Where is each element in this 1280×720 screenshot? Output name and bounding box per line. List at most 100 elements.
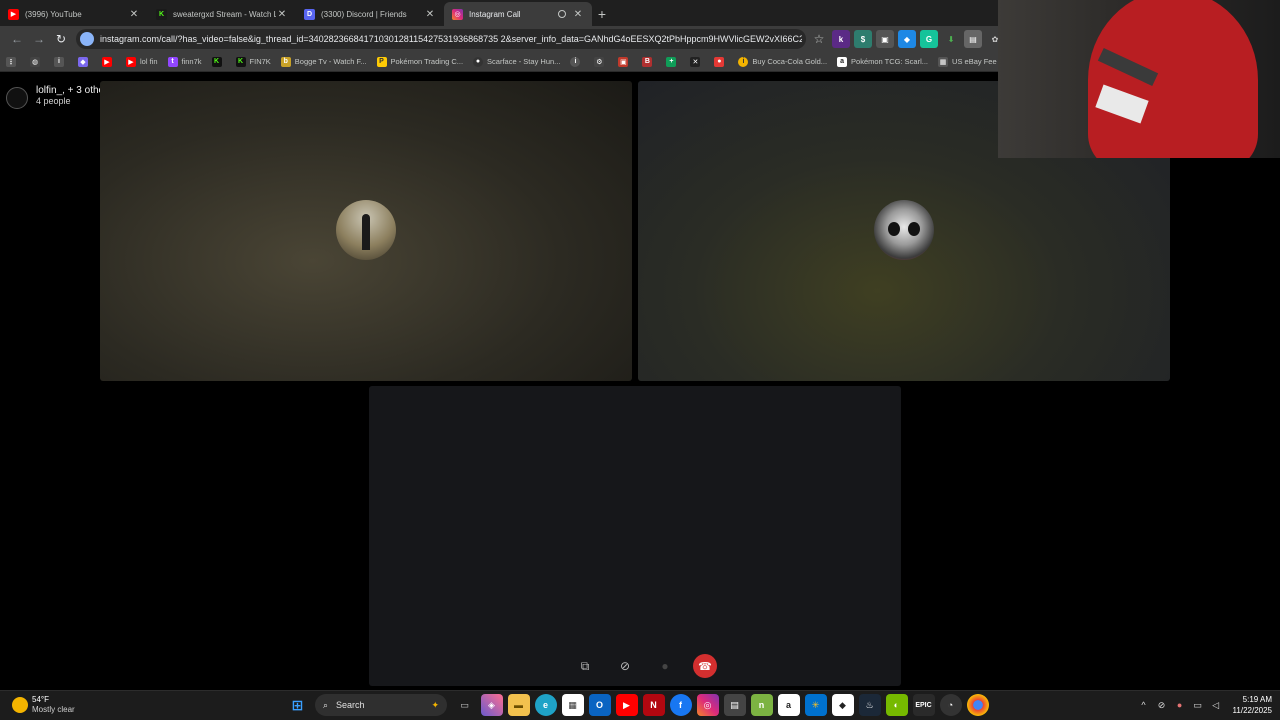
- forward-button[interactable]: →: [28, 28, 50, 50]
- bookmark-item[interactable]: i: [54, 56, 68, 67]
- bookmark-item[interactable]: ◆: [78, 56, 92, 67]
- chrome-icon[interactable]: [966, 694, 989, 716]
- video-off-button[interactable]: ⊘: [613, 654, 637, 678]
- bookmark-fin7k[interactable]: K FIN7K: [235, 56, 271, 67]
- epic-games-icon[interactable]: EPIC: [912, 694, 935, 716]
- display-icon[interactable]: ▭: [1189, 700, 1207, 711]
- download-icon[interactable]: ⬇: [942, 30, 960, 48]
- bookmark-coca-cola[interactable]: i Buy Coca-Cola Gold...: [738, 56, 827, 67]
- kick-icon: K: [211, 56, 222, 67]
- app-icon: ◆: [78, 56, 88, 67]
- steam-icon[interactable]: ♨: [858, 694, 881, 716]
- back-button[interactable]: ←: [6, 28, 28, 50]
- kick-icon: K: [235, 56, 246, 67]
- facebook-icon[interactable]: f: [669, 694, 692, 716]
- bookmark-item[interactable]: ▣: [618, 56, 632, 67]
- tab-title: (3300) Discord | Friends: [321, 9, 407, 19]
- windows-start-icon[interactable]: ⊞: [287, 694, 309, 716]
- task-view-icon[interactable]: ▭: [454, 694, 476, 716]
- youtube-icon[interactable]: ▶: [615, 694, 638, 716]
- bookmark-scarface[interactable]: ● Scarface - Stay Hun...: [473, 56, 560, 67]
- file-explorer-icon[interactable]: ▬: [507, 694, 530, 716]
- bookmark-item[interactable]: ▶: [102, 56, 116, 67]
- weather-sun-icon: [12, 697, 28, 713]
- extension-icon[interactable]: ◆: [898, 30, 916, 48]
- bookmark-lol-fin[interactable]: ▶ lol fin: [126, 56, 158, 67]
- edge-icon[interactable]: e: [534, 694, 557, 716]
- nvidia-icon[interactable]: ◐: [885, 694, 908, 716]
- app-icon[interactable]: n: [750, 694, 773, 716]
- site-info-icon[interactable]: [80, 32, 94, 46]
- webcam-overlay: [998, 0, 1280, 158]
- copilot-icon[interactable]: ◈: [480, 694, 503, 716]
- extension-icon[interactable]: ▣: [876, 30, 894, 48]
- extension-icon[interactable]: ▤: [964, 30, 982, 48]
- taskbar-search[interactable]: ⌕ Search ✦: [315, 694, 447, 716]
- tab-discord[interactable]: D (3300) Discord | Friends ✕: [296, 2, 444, 26]
- screen-share-button[interactable]: ⧉: [573, 654, 597, 678]
- bookmark-item[interactable]: ⋮: [6, 56, 20, 67]
- bookmark-pokemon-tcg-scarlet[interactable]: a Pokémon TCG: Scarl...: [837, 56, 928, 67]
- tab-close-icon[interactable]: ✕: [128, 9, 140, 20]
- app-icon[interactable]: ▤: [723, 694, 746, 716]
- tab-title: Instagram Call: [469, 9, 521, 19]
- grammarly-icon[interactable]: G: [920, 30, 938, 48]
- app-icon[interactable]: ◔: [939, 694, 962, 716]
- tab-close-icon[interactable]: ✕: [572, 9, 584, 20]
- participant-avatar: [874, 200, 934, 260]
- bookmark-item[interactable]: +: [666, 56, 680, 67]
- bookmark-item[interactable]: ⚙: [594, 56, 608, 67]
- netflix-icon[interactable]: N: [642, 694, 665, 716]
- microsoft-store-icon[interactable]: ▦: [561, 694, 584, 716]
- bookmark-label: FIN7K: [249, 57, 271, 66]
- bookmark-item[interactable]: ◍: [30, 56, 44, 67]
- video-call-area: lolfin_, + 3 others 4 people ⧉ ⊘ ● ☎: [0, 73, 1280, 688]
- tab-youtube[interactable]: ▶ (3996) YouTube ✕: [0, 2, 148, 26]
- clock-time: 5:19 AM: [1242, 695, 1272, 704]
- volume-icon[interactable]: ◁: [1207, 700, 1225, 711]
- self-view-tile[interactable]: ⧉ ⊘ ● ☎: [369, 386, 901, 686]
- kick-extension-icon[interactable]: k: [832, 30, 850, 48]
- outlook-icon[interactable]: O: [588, 694, 611, 716]
- walmart-icon[interactable]: ✳: [804, 694, 827, 716]
- end-call-button[interactable]: ☎: [693, 654, 717, 678]
- amazon-icon[interactable]: a: [777, 694, 800, 716]
- tab-title: sweatergxd Stream - Watch Li: [173, 9, 276, 19]
- clock-date: 11/22/2025: [1232, 706, 1272, 715]
- eye-icon: [888, 222, 900, 236]
- participant-tile[interactable]: [100, 81, 632, 381]
- bookmark-item[interactable]: ✕: [690, 56, 704, 67]
- chevron-up-icon[interactable]: ^: [1135, 700, 1153, 710]
- eye-icon: [908, 222, 920, 236]
- new-tab-button[interactable]: +: [592, 2, 612, 26]
- microphone-icon[interactable]: ●: [1171, 700, 1189, 710]
- info-icon: i: [570, 56, 581, 67]
- bookmark-item[interactable]: B: [642, 56, 656, 67]
- reload-button[interactable]: ↻: [50, 28, 72, 50]
- weather-widget[interactable]: 54°F Mostly clear: [12, 695, 75, 715]
- copilot-sparkle-icon: ✦: [431, 699, 439, 710]
- bookmark-label: Pokémon Trading C...: [390, 57, 464, 66]
- tab-kick-stream[interactable]: K sweatergxd Stream - Watch Li ✕: [148, 2, 296, 26]
- instagram-icon[interactable]: ◎: [696, 694, 719, 716]
- mute-button[interactable]: ●: [653, 654, 677, 678]
- info-icon: i: [54, 56, 64, 67]
- bookmark-item[interactable]: ●: [714, 56, 728, 67]
- bookmark-pokemon-tcg[interactable]: P Pokémon Trading C...: [376, 56, 464, 67]
- bookmark-bogge-tv[interactable]: b Bogge Tv - Watch F...: [280, 56, 367, 67]
- bookmark-star-icon[interactable]: ☆: [810, 32, 828, 46]
- bookmark-item[interactable]: K: [211, 56, 226, 67]
- bookmark-item[interactable]: i: [570, 56, 584, 67]
- network-off-icon[interactable]: ⊘: [1153, 700, 1171, 711]
- extension-icon[interactable]: $: [854, 30, 872, 48]
- address-bar[interactable]: instagram.com/call/?has_video=false&ig_t…: [76, 29, 806, 49]
- music-icon: ●: [473, 56, 484, 67]
- clock[interactable]: 5:19 AM 11/22/2025: [1233, 694, 1272, 716]
- tab-close-icon[interactable]: ✕: [276, 9, 288, 20]
- site-icon: i: [738, 56, 749, 67]
- bookmark-finn7k[interactable]: t finn7k: [167, 56, 202, 67]
- tab-instagram-call[interactable]: ◎ Instagram Call ✕: [444, 2, 592, 26]
- tab-close-icon[interactable]: ✕: [424, 9, 436, 20]
- roblox-icon[interactable]: ◆: [831, 694, 854, 716]
- bookmark-label: lol fin: [140, 57, 158, 66]
